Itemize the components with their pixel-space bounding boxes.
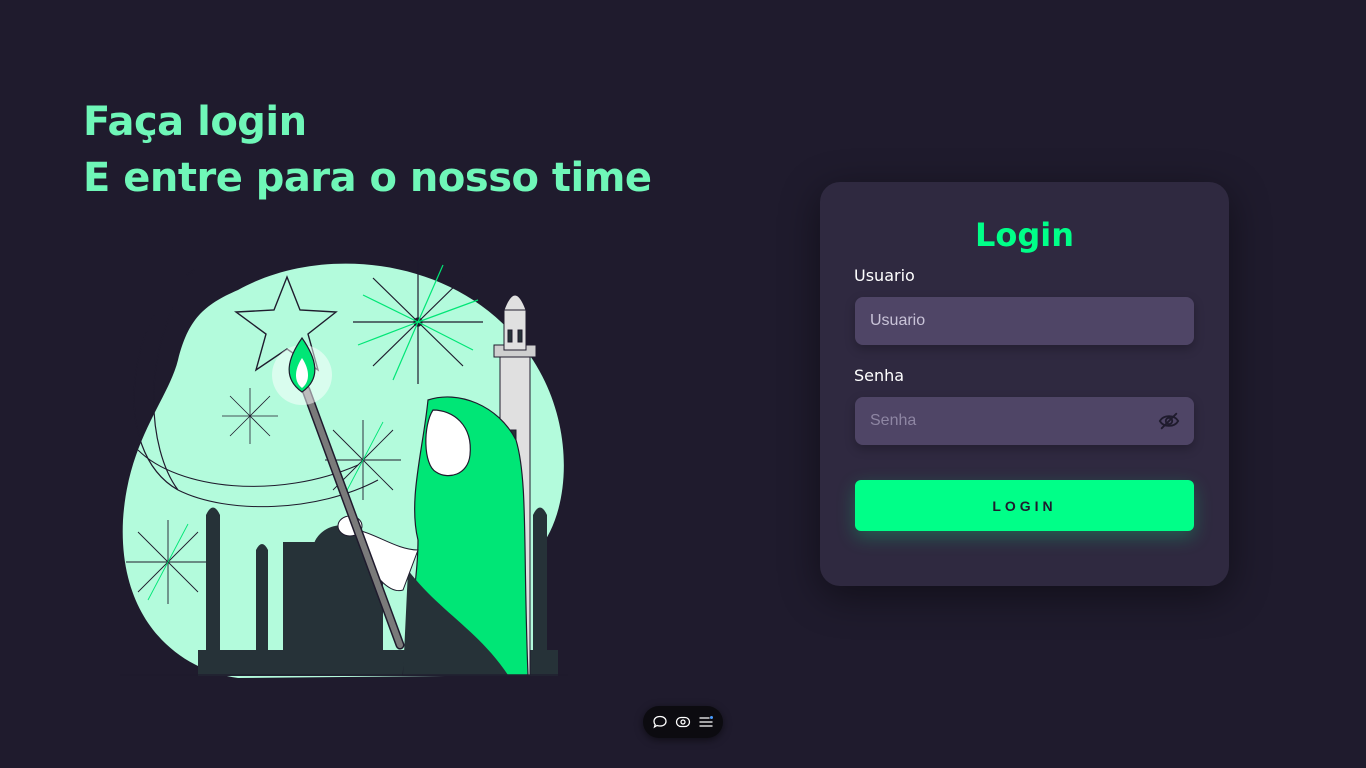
login-title: Login [974,216,1075,254]
menu-icon[interactable] [698,714,714,730]
password-field-wrapper [855,397,1194,445]
floating-toolbar [643,706,723,738]
ramadan-illustration [120,260,568,678]
firework-bottom-left [126,520,210,604]
login-card: Login Usuario Senha LOGIN [820,182,1229,586]
login-button[interactable]: LOGIN [855,480,1194,531]
username-label: Usuario [854,266,915,285]
firework-small-left [222,388,278,444]
password-label: Senha [854,366,905,385]
comment-icon[interactable] [652,714,668,730]
eye-toggle-icon[interactable] [675,714,691,730]
hero-line-1: Faça login [83,99,307,145]
username-input[interactable] [855,297,1194,345]
hero: Faça login E entre para o nosso time [83,94,652,206]
password-input[interactable] [855,397,1194,445]
eye-slash-icon[interactable] [1158,411,1180,431]
username-field-wrapper [855,297,1194,345]
hero-line-2: E entre para o nosso time [83,155,652,201]
